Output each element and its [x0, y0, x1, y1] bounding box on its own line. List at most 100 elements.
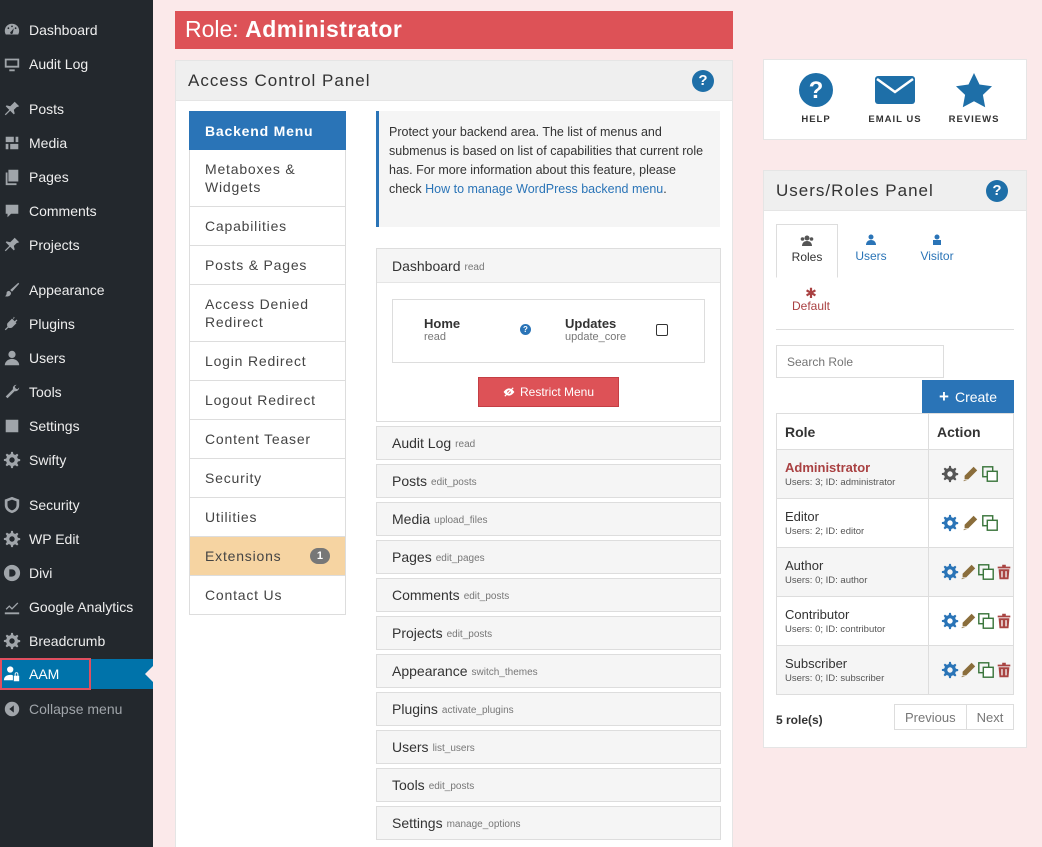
plug-icon — [2, 314, 22, 334]
help-icon[interactable]: ? — [692, 69, 714, 92]
menu-item-appearance[interactable]: Appearance switch_themes — [376, 654, 721, 688]
feature-extensions[interactable]: Extensions 1 — [189, 537, 346, 576]
sidebar-item-security[interactable]: Security — [0, 490, 153, 520]
search-role-input[interactable] — [776, 345, 944, 378]
clone-icon[interactable] — [981, 465, 999, 483]
menu-item-settings[interactable]: Settings manage_options — [376, 806, 721, 840]
reviews-link[interactable]: REVIEWS — [939, 72, 1009, 125]
sidebar-item-users[interactable]: Users — [0, 343, 153, 373]
sidebar-item-comments[interactable]: Comments — [0, 196, 153, 226]
feature-label: Extensions — [205, 548, 282, 564]
trash-icon[interactable] — [995, 563, 1013, 581]
feature-metaboxes-widgets[interactable]: Metaboxes & Widgets — [189, 150, 346, 207]
sidebar-item-pages[interactable]: Pages — [0, 162, 153, 192]
sidebar-item-media[interactable]: Media — [0, 128, 153, 158]
clone-icon[interactable] — [977, 563, 995, 581]
sidebar-item-audit-log[interactable]: Audit Log — [0, 49, 153, 79]
feature-utilities[interactable]: Utilities — [189, 498, 346, 537]
feature-security[interactable]: Security — [189, 459, 346, 498]
email-us-link[interactable]: EMAIL US — [860, 72, 930, 125]
sidebar-item-breadcrumb[interactable]: Breadcrumb — [0, 626, 153, 656]
role-name[interactable]: Administrator — [785, 460, 928, 475]
sidebar-item-label: Posts — [29, 101, 65, 117]
sidebar-item-appearance[interactable]: Appearance — [0, 275, 153, 305]
gear-icon[interactable] — [941, 612, 959, 630]
shield-icon — [2, 495, 22, 515]
sidebar-item-projects[interactable]: Projects — [0, 230, 153, 260]
previous-button[interactable]: Previous — [895, 705, 966, 729]
trash-icon[interactable] — [995, 661, 1013, 679]
menu-item-posts[interactable]: Posts edit_posts — [376, 464, 721, 498]
tab-visitor[interactable]: Visitor — [912, 234, 962, 263]
pencil-icon[interactable] — [959, 563, 977, 581]
create-role-button[interactable]: + Create — [922, 380, 1014, 413]
clone-icon[interactable] — [977, 661, 995, 679]
trash-icon[interactable] — [995, 612, 1013, 630]
aam-highlight-box — [0, 658, 91, 690]
tab-label: Users — [855, 249, 887, 263]
info-link[interactable]: How to manage WordPress backend menu — [425, 182, 663, 196]
gear-icon[interactable] — [941, 661, 959, 679]
sidebar-item-label: Media — [29, 135, 68, 151]
restrict-menu-button[interactable]: Restrict Menu — [478, 377, 619, 407]
tab-roles[interactable]: Roles — [776, 224, 838, 278]
updates-checkbox[interactable] — [656, 324, 668, 336]
feature-backend-menu[interactable]: Backend Menu — [189, 111, 346, 150]
sidebar-item-posts[interactable]: Posts — [0, 94, 153, 124]
gear-icon[interactable] — [941, 465, 959, 483]
sidebar-item-google-analytics[interactable]: Google Analytics — [0, 592, 153, 622]
feature-logout-redirect[interactable]: Logout Redirect — [189, 381, 346, 420]
menu-item-comments[interactable]: Comments edit_posts — [376, 578, 721, 612]
sidebar-item-tools[interactable]: Tools — [0, 377, 153, 407]
feature-content-teaser[interactable]: Content Teaser — [189, 420, 346, 459]
question-icon[interactable]: ? — [520, 324, 531, 335]
role-name[interactable]: Subscriber — [785, 656, 928, 671]
user-icon — [2, 348, 22, 368]
tab-default[interactable]: ✱ Default — [784, 286, 838, 313]
menu-item-media[interactable]: Media upload_files — [376, 502, 721, 536]
feature-capabilities[interactable]: Capabilities — [189, 207, 346, 246]
pencil-icon[interactable] — [961, 465, 979, 483]
feature-posts-pages[interactable]: Posts & Pages — [189, 246, 346, 285]
sidebar-item-dashboard[interactable]: Dashboard — [0, 15, 153, 45]
feature-login-redirect[interactable]: Login Redirect — [189, 342, 346, 381]
sidebar-item-wp-edit[interactable]: WP Edit — [0, 524, 153, 554]
gear-icon[interactable] — [941, 514, 959, 532]
sidebar-item-swifty[interactable]: Swifty — [0, 445, 153, 475]
sidebar-item-plugins[interactable]: Plugins — [0, 309, 153, 339]
clone-icon[interactable] — [977, 612, 995, 630]
action-cell — [928, 498, 1014, 548]
collapse-menu-button[interactable]: Collapse menu — [0, 694, 153, 724]
menu-cap: read — [455, 439, 476, 450]
sidebar-item-label: Comments — [29, 203, 97, 219]
pencil-icon[interactable] — [961, 514, 979, 532]
pencil-icon[interactable] — [959, 612, 977, 630]
roles-table: Role Action Administrator Users: 3; ID: … — [776, 413, 1014, 695]
menu-item-projects[interactable]: Projects edit_posts — [376, 616, 721, 650]
feature-label: Contact Us — [205, 587, 283, 603]
role-name[interactable]: Contributor — [785, 607, 928, 622]
menu-item-plugins[interactable]: Plugins activate_plugins — [376, 692, 721, 726]
sidebar-item-settings[interactable]: Settings — [0, 411, 153, 441]
pin-icon — [2, 235, 22, 255]
extensions-count-badge: 1 — [309, 548, 330, 564]
next-button[interactable]: Next — [965, 705, 1014, 729]
menu-item-pages[interactable]: Pages edit_pages — [376, 540, 721, 574]
gear-icon — [2, 450, 22, 470]
menu-item-audit-log[interactable]: Audit Log read — [376, 426, 721, 460]
sidebar-item-divi[interactable]: Divi — [0, 558, 153, 588]
menu-item-tools[interactable]: Tools edit_posts — [376, 768, 721, 802]
gear-icon[interactable] — [941, 563, 959, 581]
feature-contact-us[interactable]: Contact Us — [189, 576, 346, 615]
help-link[interactable]: ? HELP — [781, 72, 851, 125]
clone-icon[interactable] — [981, 514, 999, 532]
role-name[interactable]: Editor — [785, 509, 928, 524]
tab-users[interactable]: Users — [846, 234, 896, 263]
help-icon[interactable]: ? — [986, 179, 1008, 202]
role-count: 5 role(s) — [776, 713, 823, 727]
pencil-icon[interactable] — [959, 661, 977, 679]
menu-item-dashboard[interactable]: Dashboard read — [377, 249, 720, 283]
menu-item-users[interactable]: Users list_users — [376, 730, 721, 764]
role-name[interactable]: Author — [785, 558, 928, 573]
feature-access-denied-redirect[interactable]: Access Denied Redirect — [189, 285, 346, 342]
